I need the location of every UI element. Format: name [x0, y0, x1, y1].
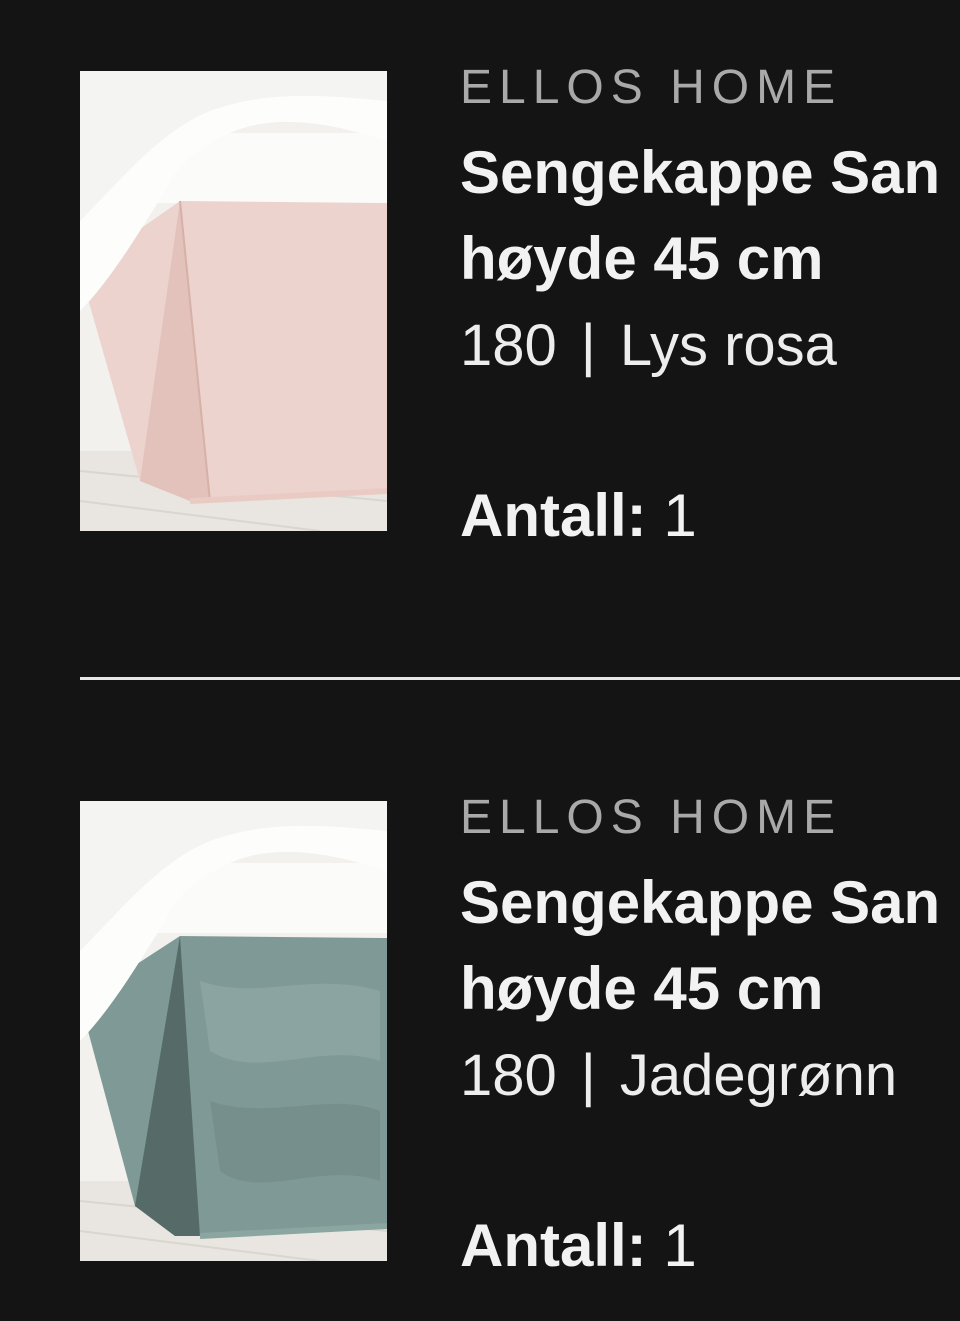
product-image[interactable]: [80, 801, 387, 1261]
product-title-line-2: høyde 45 cm: [460, 955, 824, 1022]
quantity-label: Antall:: [460, 482, 647, 549]
product-title-line-2: høyde 45 cm: [460, 225, 824, 292]
quantity-value: 1: [663, 1212, 697, 1279]
quantity-value: 1: [663, 482, 697, 549]
variant-size: 180: [460, 313, 557, 378]
variant-separator: |: [580, 313, 596, 378]
quantity: Antall: 1: [460, 1204, 960, 1288]
product-info: ELLOS HOME Sengekappe San høyde 45 cm 18…: [460, 56, 960, 558]
bed-skirt-pink-photo: [80, 71, 387, 531]
product-image[interactable]: [80, 71, 387, 531]
cart-page: ELLOS HOME Sengekappe San høyde 45 cm 18…: [0, 0, 960, 1321]
variant-separator: |: [580, 1043, 596, 1108]
quantity-label: Antall:: [460, 1212, 647, 1279]
product-info: ELLOS HOME Sengekappe San høyde 45 cm 18…: [460, 786, 960, 1288]
variant-size: 180: [460, 1043, 557, 1108]
product-title-line-1: Sengekappe San: [460, 139, 941, 206]
brand-name: ELLOS HOME: [460, 61, 843, 114]
product-title[interactable]: Sengekappe San høyde 45 cm: [460, 860, 960, 1032]
item-divider: [80, 677, 960, 680]
variant-color: Lys rosa: [619, 313, 837, 378]
brand-name: ELLOS HOME: [460, 791, 843, 844]
product-variant: 180 | Lys rosa: [460, 304, 960, 388]
variant-color: Jadegrønn: [619, 1043, 898, 1108]
product-title[interactable]: Sengekappe San høyde 45 cm: [460, 130, 960, 302]
bed-skirt-green-photo: [80, 801, 387, 1261]
quantity: Antall: 1: [460, 474, 960, 558]
product-variant: 180 | Jadegrønn: [460, 1034, 960, 1118]
product-title-line-1: Sengekappe San: [460, 869, 941, 936]
